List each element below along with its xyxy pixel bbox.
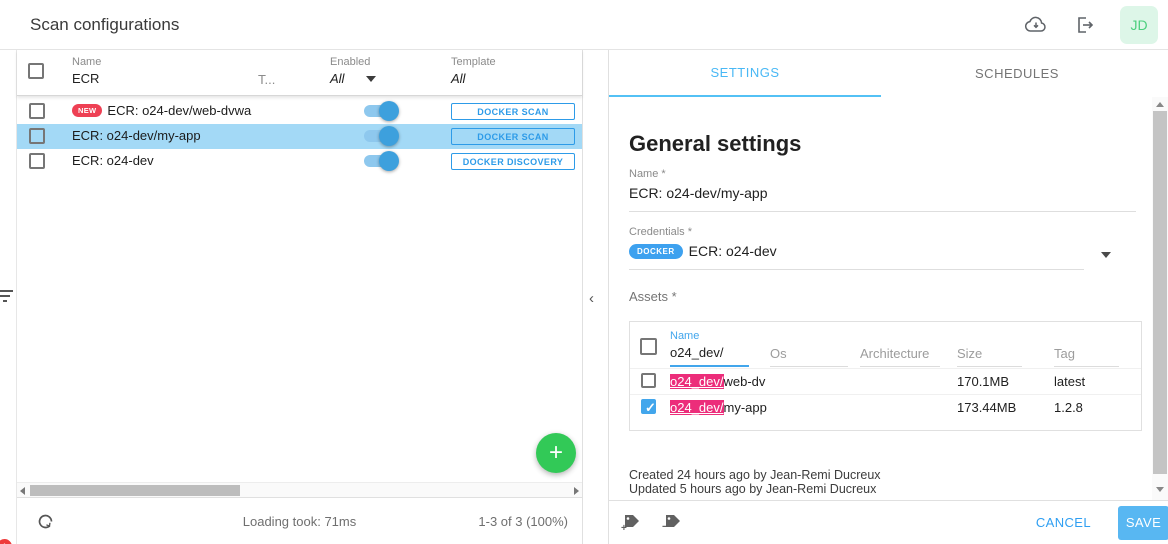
chevron-down-icon (366, 76, 376, 82)
add-tag-icon[interactable]: + (621, 510, 642, 536)
scrollbar-thumb[interactable] (30, 485, 240, 496)
detail-tabs: SETTINGS SCHEDULES (609, 50, 1168, 97)
updated-text: Updated 5 hours ago by Jean-Remi Ducreux (629, 482, 881, 496)
t-column-label: T... (258, 72, 275, 87)
collapse-chevron-icon[interactable]: ‹ (589, 290, 594, 307)
name-field-label: Name * (629, 168, 1136, 180)
size-filter-input[interactable]: Size (957, 346, 1022, 367)
scrollbar-thumb[interactable] (1153, 111, 1167, 474)
asset-checkbox-checked[interactable] (641, 399, 656, 414)
logout-icon[interactable] (1072, 13, 1096, 37)
scroll-right-icon[interactable] (574, 487, 579, 495)
row-checkbox[interactable] (29, 103, 45, 119)
search-highlight: o24_dev/ (670, 400, 724, 415)
enabled-toggle[interactable] (364, 155, 394, 167)
scroll-down-icon[interactable] (1156, 487, 1164, 492)
detail-footer: + − CANCEL SAVE (609, 500, 1168, 544)
template-button[interactable]: DOCKER DISCOVERY (451, 153, 575, 170)
name-column-label: Name (72, 56, 101, 68)
enabled-column-label: Enabled (330, 56, 376, 68)
filter-gutter: 1 (0, 50, 17, 544)
assets-filter-header: Name o24_dev/ Os Architecture Size Tag (630, 322, 1141, 368)
save-button[interactable]: SAVE (1118, 506, 1168, 540)
asset-row[interactable]: o24_dev/my-app 173.44MB 1.2.8 (630, 394, 1141, 420)
horizontal-scrollbar[interactable] (17, 482, 582, 497)
section-heading: General settings (629, 131, 801, 157)
detail-panel: SETTINGS SCHEDULES General settings Name… (608, 50, 1168, 544)
vertical-scrollbar[interactable] (1152, 97, 1168, 500)
scan-config-name: ECR: o24-dev (72, 153, 154, 168)
chevron-down-icon[interactable] (1101, 252, 1111, 258)
template-button[interactable]: DOCKER SCAN (451, 103, 575, 120)
docker-badge: DOCKER (629, 244, 683, 259)
created-text: Created 24 hours ago by Jean-Remi Ducreu… (629, 468, 881, 482)
assets-table: Name o24_dev/ Os Architecture Size Tag o… (629, 321, 1142, 431)
add-scan-config-button[interactable]: + (536, 433, 576, 473)
cancel-button[interactable]: CANCEL (1036, 515, 1091, 530)
svg-text:+: + (621, 523, 627, 531)
asset-tag: 1.2.8 (1054, 400, 1083, 415)
scan-config-name: ECR: o24-dev/my-app (72, 128, 201, 143)
enabled-filter-select[interactable]: All (330, 71, 376, 86)
table-row[interactable]: ECR: o24-dev DOCKER DISCOVERY (17, 149, 582, 174)
asset-size: 170.1MB (957, 374, 1009, 389)
audit-info: Created 24 hours ago by Jean-Remi Ducreu… (629, 468, 881, 496)
credentials-field[interactable]: Credentials * DOCKER ECR: o24-dev (629, 226, 1084, 270)
filter-list-icon[interactable]: 1 (0, 288, 17, 318)
template-column-label: Template (451, 56, 496, 68)
asset-tag: latest (1054, 374, 1085, 389)
architecture-filter-input[interactable]: Architecture (860, 346, 940, 367)
asset-name: my-app (724, 400, 767, 415)
cloud-download-icon[interactable] (1024, 13, 1048, 37)
avatar[interactable]: JD (1120, 6, 1158, 44)
asset-checkbox[interactable] (641, 373, 656, 388)
settings-content: General settings Name * ECR: o24-dev/my-… (609, 97, 1153, 500)
scan-config-list-panel: Name ECR T... Enabled All Template All (17, 50, 583, 544)
panel-divider: ‹ (583, 50, 608, 544)
name-filter-input[interactable]: ECR (72, 71, 101, 86)
filter-count-badge: 1 (0, 539, 12, 544)
list-footer: Loading took: 71ms 1-3 of 3 (100%) (17, 497, 582, 544)
assets-section-label: Assets * (629, 289, 677, 304)
table-row-selected[interactable]: ECR: o24-dev/my-app DOCKER SCAN (17, 124, 582, 149)
list-filter-header: Name ECR T... Enabled All Template All (17, 50, 582, 96)
new-badge: NEW (72, 104, 102, 117)
select-all-checkbox[interactable] (28, 63, 44, 79)
assets-select-all-checkbox[interactable] (640, 338, 657, 355)
page-title: Scan configurations (30, 15, 179, 35)
asset-size: 173.44MB (957, 400, 1016, 415)
tab-settings[interactable]: SETTINGS (609, 50, 881, 97)
scroll-left-icon[interactable] (20, 487, 25, 495)
name-field[interactable]: Name * ECR: o24-dev/my-app (629, 168, 1136, 212)
template-button[interactable]: DOCKER SCAN (451, 128, 575, 145)
asset-row[interactable]: o24_dev/web-dv 170.1MB latest (630, 368, 1141, 394)
row-checkbox[interactable] (29, 128, 45, 144)
credentials-value: ECR: o24-dev (689, 243, 777, 259)
asset-name: web-dv (724, 374, 766, 389)
search-highlight: o24_dev/ (670, 374, 724, 389)
svg-text:−: − (662, 521, 668, 531)
scan-config-name: ECR: o24-dev/web-dvwa (107, 103, 251, 118)
assets-name-filter-input[interactable]: o24_dev/ (670, 345, 749, 367)
scroll-up-icon[interactable] (1156, 102, 1164, 107)
enabled-toggle[interactable] (364, 130, 394, 142)
tag-filter-input[interactable]: Tag (1054, 346, 1119, 367)
app-window: Scan configurations JD 1 (0, 0, 1168, 544)
assets-name-column-label: Name (670, 330, 749, 342)
tab-schedules[interactable]: SCHEDULES (881, 50, 1153, 97)
name-field-value[interactable]: ECR: o24-dev/my-app (629, 185, 1136, 211)
enabled-toggle[interactable] (364, 105, 394, 117)
remove-tag-icon[interactable]: − (662, 510, 683, 536)
credentials-field-label: Credentials * (629, 226, 1084, 238)
top-bar: Scan configurations JD (0, 0, 1168, 50)
pagination-range: 1-3 of 3 (100%) (478, 514, 568, 529)
template-filter-select[interactable]: All (451, 71, 496, 86)
os-filter-input[interactable]: Os (770, 346, 848, 367)
table-row[interactable]: NEW ECR: o24-dev/web-dvwa DOCKER SCAN (17, 99, 582, 124)
row-checkbox[interactable] (29, 153, 45, 169)
